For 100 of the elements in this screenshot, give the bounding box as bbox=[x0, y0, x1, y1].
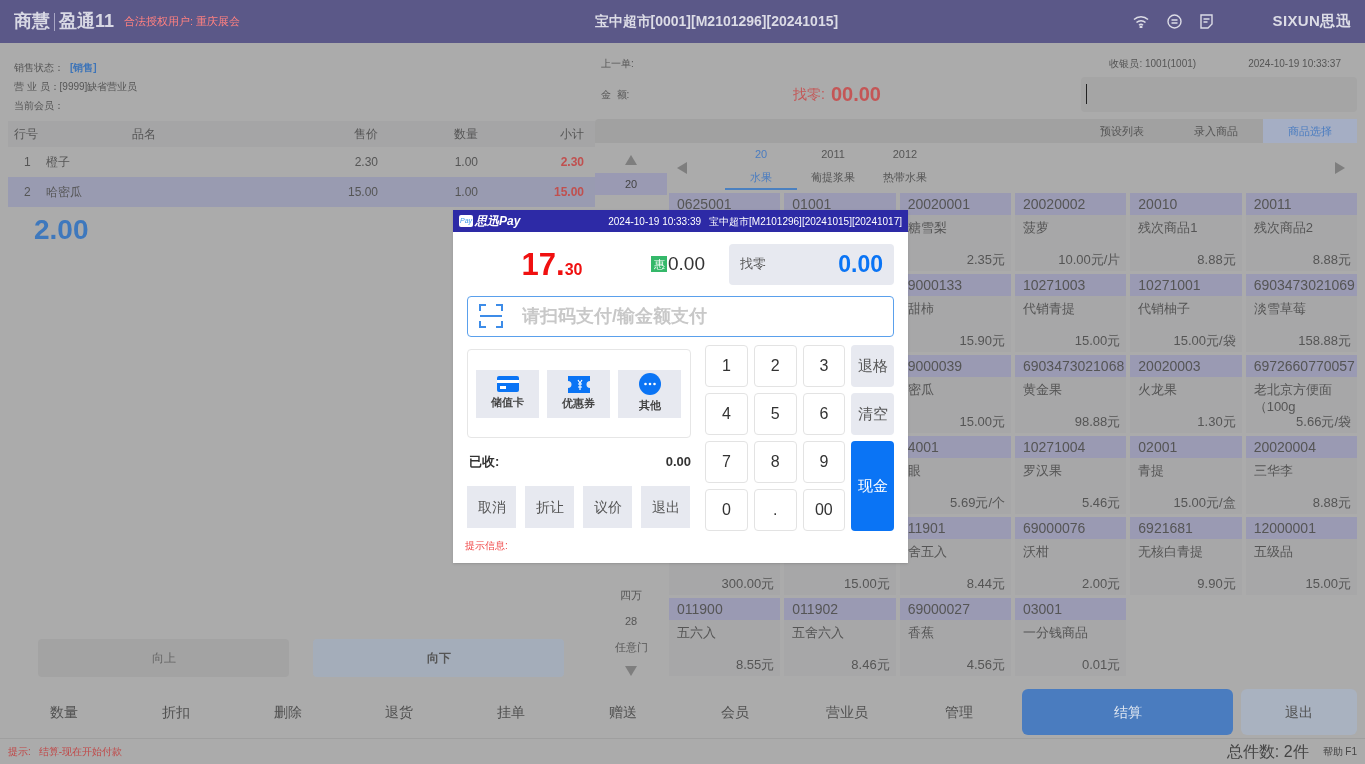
item-name: 哈密瓜 bbox=[45, 184, 83, 201]
view-tab[interactable]: 商品选择 bbox=[1263, 119, 1357, 143]
cashier-text: 收银员: 1001(1001) bbox=[1109, 57, 1197, 71]
window-title: 宝中超市[0001][M2101296][20241015] bbox=[594, 12, 839, 31]
order-row[interactable]: 1 橙子 2.30 1.00 2.30 bbox=[8, 147, 595, 177]
product-name: 青提 bbox=[1138, 463, 1165, 478]
product-card[interactable]: 12000001 五级品 15.00元 bbox=[1245, 517, 1357, 595]
list-nav-button[interactable]: 向下 bbox=[313, 639, 564, 677]
toolbar-button[interactable]: 折扣 bbox=[119, 689, 232, 735]
wifi-icon[interactable] bbox=[1132, 15, 1149, 28]
product-code: 011900 bbox=[677, 599, 723, 619]
toolbar-button[interactable]: 退出 bbox=[1241, 689, 1357, 735]
product-card[interactable]: 10271001 代销柚子 15.00元/袋 bbox=[1130, 274, 1242, 352]
keypad-key[interactable]: 4 bbox=[705, 393, 748, 435]
group-item[interactable]: 28 bbox=[595, 608, 667, 634]
dialog-action-button[interactable]: 退出 bbox=[641, 486, 690, 528]
product-card[interactable]: 10271003 代销青提 15.00元 bbox=[1015, 274, 1127, 352]
product-name: 三华李 bbox=[1253, 463, 1293, 478]
product-card[interactable]: 20020002 菠萝 10.00元/片 bbox=[1015, 193, 1127, 271]
product-code: 69000076 bbox=[1023, 518, 1086, 538]
product-card[interactable]: 011900 五六入 8.55元 bbox=[669, 598, 781, 676]
product-card[interactable]: 69000027 香蕉 4.56元 bbox=[899, 598, 1011, 676]
product-card[interactable]: 10271004 罗汉果 5.46元 bbox=[1015, 436, 1127, 514]
category-left-icon[interactable] bbox=[677, 162, 689, 174]
product-card[interactable]: 20020004 三华李 8.88元 bbox=[1245, 436, 1357, 514]
card-icon bbox=[496, 376, 519, 393]
item-subtotal: 2.30 bbox=[559, 154, 585, 171]
product-code: 20020002 bbox=[1023, 194, 1086, 214]
column-header: 行号 bbox=[13, 126, 39, 143]
keypad-key[interactable]: 现金 bbox=[851, 441, 894, 531]
toolbar-button[interactable]: 退货 bbox=[343, 689, 456, 735]
product-card[interactable]: 6903473021068 黄金果 98.88元 bbox=[1015, 355, 1127, 433]
amount-label: 金 额: bbox=[601, 87, 631, 102]
product-code: 10271003 bbox=[1023, 275, 1086, 295]
payment-method-button[interactable]: 优惠券 bbox=[547, 369, 610, 418]
toolbar-button[interactable]: 删除 bbox=[231, 689, 344, 735]
toolbar-button[interactable]: 营业员 bbox=[790, 689, 903, 735]
keypad-key[interactable]: 7 bbox=[705, 441, 748, 483]
view-tab[interactable]: 录入商品 bbox=[1169, 119, 1263, 143]
toolbar-button[interactable]: 管理 bbox=[902, 689, 1015, 735]
item-name: 橙子 bbox=[45, 154, 71, 171]
dialog-action-button[interactable]: 折让 bbox=[525, 486, 574, 528]
product-card[interactable]: 11901 舍五入 8.44元 bbox=[899, 517, 1011, 595]
keypad-key[interactable]: 1 bbox=[705, 345, 748, 387]
view-tab[interactable]: 预设列表 bbox=[1075, 119, 1169, 143]
product-price: 9.90元 bbox=[1197, 574, 1236, 593]
scroll-up-icon[interactable] bbox=[625, 155, 637, 167]
keypad-key[interactable]: 3 bbox=[802, 345, 846, 387]
keypad-key[interactable]: 清空 bbox=[851, 393, 894, 435]
input-field[interactable] bbox=[1081, 76, 1357, 112]
toolbar-button[interactable]: 赠送 bbox=[567, 689, 679, 735]
product-card[interactable]: 02001 青提 15.00元/盒 bbox=[1130, 436, 1242, 514]
keypad-key[interactable]: 00 bbox=[802, 489, 846, 531]
toolbar-button[interactable]: 挂单 bbox=[455, 689, 568, 735]
product-code: 20020001 bbox=[907, 194, 970, 214]
category-right-icon[interactable] bbox=[1335, 162, 1347, 174]
dialog-action-button[interactable]: 取消 bbox=[467, 486, 516, 528]
keypad-key[interactable]: 6 bbox=[802, 393, 846, 435]
keypad-key[interactable]: 5 bbox=[753, 393, 797, 435]
toolbar-button[interactable]: 会员 bbox=[678, 689, 791, 735]
keypad-key[interactable]: 2 bbox=[753, 345, 797, 387]
keypad-key[interactable]: 0 bbox=[705, 489, 748, 531]
product-name: 舍五入 bbox=[907, 544, 947, 559]
product-price: 2.35元 bbox=[966, 250, 1005, 269]
discount-icon: 惠 bbox=[651, 256, 667, 272]
product-name: 代销柚子 bbox=[1138, 301, 1191, 316]
document-icon[interactable] bbox=[1199, 14, 1213, 29]
payment-method-button[interactable]: 储值卡 bbox=[476, 369, 539, 418]
group-item[interactable]: 任意门 bbox=[595, 634, 667, 660]
group-item[interactable]: 20 bbox=[595, 173, 667, 195]
product-card[interactable]: 6972660770057 老北京方便面（100g 5.66元/袋 bbox=[1245, 355, 1357, 433]
keypad-key[interactable]: . bbox=[753, 489, 797, 531]
category-tab[interactable]: 2012 热带水果 bbox=[869, 146, 941, 190]
toolbar-button[interactable]: 结算 bbox=[1022, 689, 1234, 735]
product-name: 黄金果 bbox=[1023, 382, 1062, 397]
product-card[interactable]: 69000076 沃柑 2.00元 bbox=[1015, 517, 1127, 595]
product-card[interactable]: 20010 残次商品1 8.88元 bbox=[1130, 193, 1242, 271]
product-name: 眼 bbox=[907, 463, 921, 478]
product-card[interactable]: 20020003 火龙果 1.30元 bbox=[1130, 355, 1242, 433]
scroll-down-icon[interactable] bbox=[625, 666, 637, 678]
circle-lines-icon[interactable] bbox=[1166, 14, 1182, 29]
amount-due: 17. bbox=[521, 248, 565, 280]
toolbar-button[interactable]: 数量 bbox=[8, 689, 120, 735]
info-label: 当前会员： bbox=[14, 98, 64, 113]
keypad-key[interactable]: 退格 bbox=[851, 345, 894, 387]
product-card[interactable]: 6903473021069 淡雪草莓 158.88元 bbox=[1245, 274, 1357, 352]
category-tab[interactable]: 2011 葡提浆果 bbox=[797, 146, 869, 190]
product-name: 密瓜 bbox=[907, 382, 934, 397]
product-code: 02001 bbox=[1138, 437, 1178, 457]
group-item[interactable]: 四万 bbox=[595, 582, 667, 608]
dialog-action-button[interactable]: 议价 bbox=[583, 486, 632, 528]
keypad-key[interactable]: 9 bbox=[802, 441, 846, 483]
keypad-key[interactable]: 8 bbox=[753, 441, 797, 483]
order-row[interactable]: 2 哈密瓜 15.00 1.00 15.00 bbox=[8, 177, 595, 207]
product-card[interactable]: 20011 残次商品2 8.88元 bbox=[1245, 193, 1357, 271]
category-tab[interactable]: 20 水果 bbox=[725, 146, 797, 190]
product-card[interactable]: 011902 五舍六入 8.46元 bbox=[784, 598, 896, 676]
license-text: 合法授权用户: 重庆展会 bbox=[124, 14, 241, 30]
payment-method-button[interactable]: 其他 bbox=[618, 369, 681, 418]
product-card[interactable]: 6921681 无核白青提 9.90元 bbox=[1130, 517, 1242, 595]
